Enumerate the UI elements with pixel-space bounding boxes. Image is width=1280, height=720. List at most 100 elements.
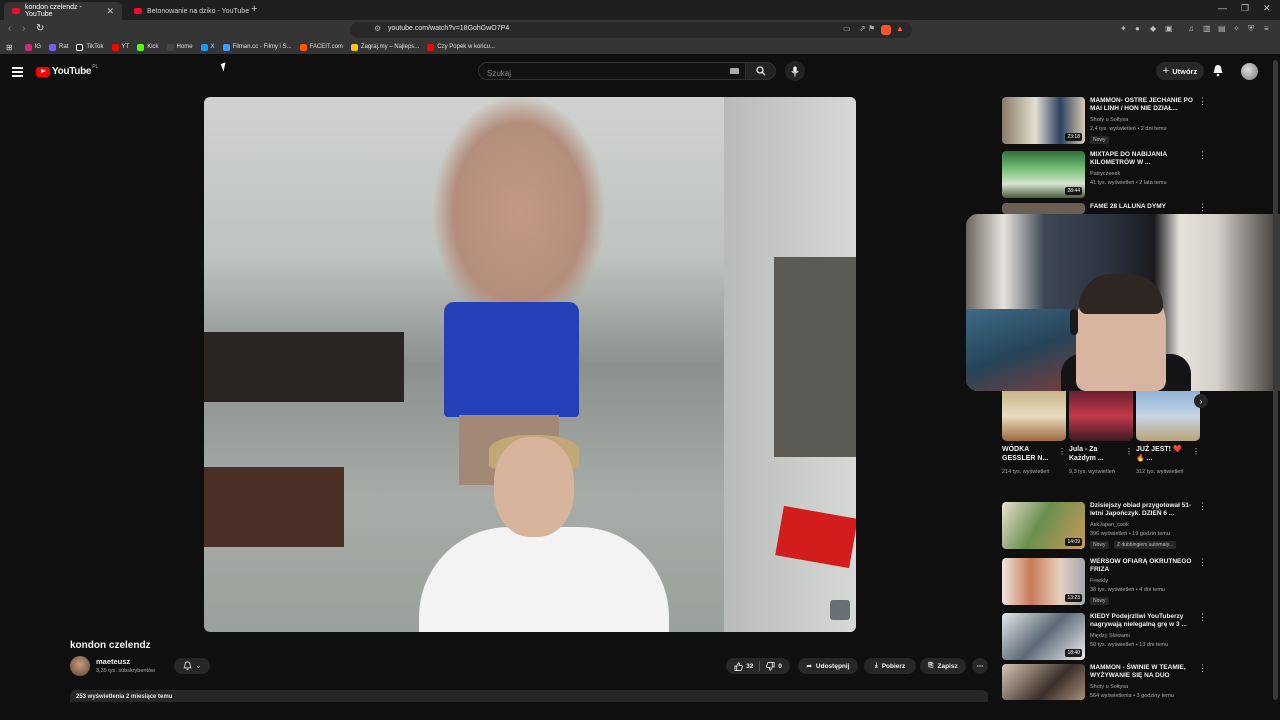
more-vert-icon[interactable]: ⋮ bbox=[1198, 613, 1207, 622]
bookmark-kick[interactable]: Kick bbox=[137, 43, 159, 51]
video-thumbnail[interactable] bbox=[1002, 664, 1085, 700]
video-thumbnail[interactable]: 28:44 bbox=[1002, 151, 1085, 198]
more-vert-icon[interactable]: ⋮ bbox=[1125, 447, 1133, 456]
tab-active[interactable]: kondon czelendz - YouTube ✕ bbox=[4, 2, 122, 20]
leo-ai-icon[interactable]: ✧ bbox=[1233, 24, 1240, 33]
video-player[interactable] bbox=[204, 97, 856, 632]
video-thumbnail[interactable]: 14:09 bbox=[1002, 502, 1085, 549]
video-title[interactable]: MAMMON- OSTRE JECHANIE PO MAI LINH / HON… bbox=[1090, 97, 1194, 113]
account-avatar[interactable] bbox=[1241, 63, 1258, 80]
video-title[interactable]: WERSOW OFIARĄ OKRUTNEGO FRIZA bbox=[1090, 558, 1194, 574]
bookmark-ig[interactable]: IG bbox=[24, 43, 41, 51]
youtube-logo[interactable]: YouTube PL bbox=[36, 64, 98, 77]
recommended-video[interactable]: 18:40 KIEDY Podejrzliwi YouTuberzy nagry… bbox=[1002, 613, 1207, 660]
channel-avatar[interactable] bbox=[70, 656, 90, 676]
more-vert-icon[interactable]: ⋮ bbox=[1198, 203, 1207, 212]
page-scrollbar[interactable] bbox=[1273, 60, 1278, 700]
recommended-video[interactable]: MAMMON - ŚWINIE W TEAMIE, WYŻYWANIE SIĘ … bbox=[1002, 664, 1207, 704]
minimize-icon[interactable]: — bbox=[1218, 3, 1227, 13]
more-vert-icon[interactable]: ⋮ bbox=[1058, 447, 1066, 456]
short-thumbnail[interactable] bbox=[1002, 391, 1066, 441]
more-vert-icon[interactable]: ⋮ bbox=[1198, 502, 1207, 511]
extension-icon[interactable]: ◆ bbox=[1150, 24, 1156, 33]
like-button[interactable]: 32 bbox=[734, 661, 753, 671]
more-vert-icon[interactable]: ⋮ bbox=[1198, 151, 1207, 160]
video-title[interactable]: MAMMON - ŚWINIE W TEAMIE, WYŻYWANIE SIĘ … bbox=[1090, 664, 1194, 680]
maximize-icon[interactable]: ❐ bbox=[1241, 3, 1249, 14]
recommended-video[interactable]: 14:09 Dzisiejszy obiad przygotował 51-le… bbox=[1002, 502, 1207, 552]
media-icon[interactable]: ♫ bbox=[1188, 24, 1194, 33]
brave-shield-icon[interactable] bbox=[881, 25, 891, 35]
short-title[interactable]: Jula - Za Każdym ... bbox=[1069, 445, 1119, 463]
video-thumbnail[interactable] bbox=[1002, 203, 1085, 214]
video-thumbnail[interactable]: 18:40 bbox=[1002, 613, 1085, 660]
more-vert-icon[interactable]: ⋮ bbox=[1198, 664, 1207, 673]
reload-icon[interactable]: ↻ bbox=[36, 23, 44, 34]
video-thumbnail[interactable]: 13:23 bbox=[1002, 558, 1085, 605]
search-input[interactable] bbox=[479, 65, 719, 82]
search-button[interactable] bbox=[746, 62, 776, 80]
video-thumbnail[interactable]: 23:18 bbox=[1002, 97, 1085, 144]
voice-search-button[interactable] bbox=[785, 61, 805, 81]
short-title[interactable]: JUŻ JEST! ❤️🔥 ... bbox=[1136, 445, 1186, 463]
bookmark-tiktok[interactable]: TikTok bbox=[76, 43, 104, 51]
recommended-video[interactable]: 28:44 MIXTAPE DO NABIJANIA KILOMETRÓW W … bbox=[1002, 151, 1207, 201]
channel-name[interactable]: Shoty u Sołtysa bbox=[1090, 684, 1128, 690]
channel-name[interactable]: Patryczeeek bbox=[1090, 171, 1120, 177]
bookmark-yt[interactable]: YT bbox=[111, 43, 129, 51]
create-button[interactable]: + Utwórz bbox=[1156, 62, 1204, 80]
more-vert-icon[interactable]: ⋮ bbox=[1198, 558, 1207, 567]
recommended-video[interactable]: 13:23 WERSOW OFIARĄ OKRUTNEGO FRIZA Free… bbox=[1002, 558, 1207, 608]
bookmark-home[interactable]: Home bbox=[166, 43, 193, 51]
hamburger-menu-icon[interactable] bbox=[12, 67, 23, 79]
bookmark-x[interactable]: X bbox=[200, 43, 215, 51]
short-item[interactable]: WÓDKA GESSLER N... 214 tys. wyświetleń ⋮ bbox=[1002, 391, 1066, 475]
sidebar-icon[interactable]: ▥ bbox=[1203, 24, 1211, 33]
short-thumbnail[interactable] bbox=[1136, 391, 1200, 441]
channel-name[interactable]: Między Słowami bbox=[1090, 633, 1130, 639]
video-title[interactable]: KIEDY Podejrzliwi YouTuberzy nagrywają n… bbox=[1090, 613, 1194, 629]
back-icon[interactable]: ‹ bbox=[8, 23, 11, 34]
vpn-icon[interactable]: ⛨ bbox=[1248, 24, 1254, 34]
short-title[interactable]: WÓDKA GESSLER N... bbox=[1002, 445, 1052, 463]
subscription-bell-button[interactable]: ⌄ bbox=[174, 658, 210, 674]
extension-icon[interactable]: ✦ bbox=[1120, 24, 1127, 33]
keyboard-icon[interactable] bbox=[730, 68, 739, 74]
bookmark-popek[interactable]: Czy Popek w końcu... bbox=[427, 43, 495, 51]
video-title[interactable]: MIXTAPE DO NABIJANIA KILOMETRÓW W ... bbox=[1090, 151, 1194, 167]
extension-icon[interactable]: ● bbox=[1135, 24, 1140, 33]
video-title[interactable]: FAME 28 LALUNA DYMY bbox=[1090, 203, 1194, 211]
short-thumbnail[interactable] bbox=[1069, 391, 1133, 441]
short-item[interactable]: Jula - Za Każdym ... 9,3 tys. wyświetleń… bbox=[1069, 391, 1133, 475]
more-vert-icon[interactable]: ⋮ bbox=[1192, 447, 1200, 456]
channel-name[interactable]: maeteusz bbox=[96, 657, 130, 666]
short-item[interactable]: JUŻ JEST! ❤️🔥 ... 312 tys. wyświetleń ⋮ bbox=[1136, 391, 1200, 475]
bookmark-faceit[interactable]: FACEIT.com bbox=[299, 43, 343, 51]
channel-name[interactable]: Freekly bbox=[1090, 578, 1108, 584]
extension-icon[interactable]: ▣ bbox=[1165, 24, 1173, 33]
tab-inactive[interactable]: Betonowanie na dziko - YouTube bbox=[126, 2, 258, 20]
share-icon[interactable]: ⇗ bbox=[859, 24, 866, 33]
channel-watermark[interactable] bbox=[830, 600, 850, 620]
video-title[interactable]: Dzisiejszy obiad przygotował 51-letni Ja… bbox=[1090, 502, 1194, 518]
close-tab-icon[interactable]: ✕ bbox=[106, 6, 114, 17]
download-button[interactable]: ⤓ Pobierz bbox=[864, 658, 916, 674]
shorts-next-button[interactable]: › bbox=[1194, 394, 1208, 408]
apps-grid-icon[interactable]: ⊞ bbox=[6, 43, 13, 52]
new-tab-icon[interactable]: + bbox=[251, 3, 257, 15]
channel-name[interactable]: AskJapan_cook bbox=[1090, 522, 1129, 528]
wallet-icon[interactable]: ▤ bbox=[1218, 24, 1226, 33]
brave-rewards-icon[interactable]: ▲ bbox=[896, 24, 904, 33]
save-button[interactable]: ⎘ Zapisz bbox=[920, 658, 966, 674]
forward-icon[interactable]: › bbox=[22, 23, 25, 34]
description-box[interactable]: 253 wyświetlenia 2 miesiące temu bbox=[70, 690, 988, 702]
more-vert-icon[interactable]: ⋮ bbox=[1198, 97, 1207, 106]
url-bar[interactable]: ⚙ youtube.com/watch?v=18GohGwO7P4 ▭ ⇗ ⚑ … bbox=[350, 22, 912, 38]
leo-icon[interactable]: ⚑ bbox=[868, 24, 875, 33]
more-actions-button[interactable]: ⋯ bbox=[972, 658, 988, 674]
bookmark-zagraj[interactable]: Zagraj.my – Najleps... bbox=[350, 43, 419, 51]
menu-icon[interactable]: ≡ bbox=[1264, 24, 1269, 33]
channel-name[interactable]: Shoty u Sołtysa bbox=[1090, 117, 1128, 123]
bookmark-rat[interactable]: Rat bbox=[49, 43, 68, 51]
share-button[interactable]: ➦ Udostępnij bbox=[798, 658, 858, 674]
